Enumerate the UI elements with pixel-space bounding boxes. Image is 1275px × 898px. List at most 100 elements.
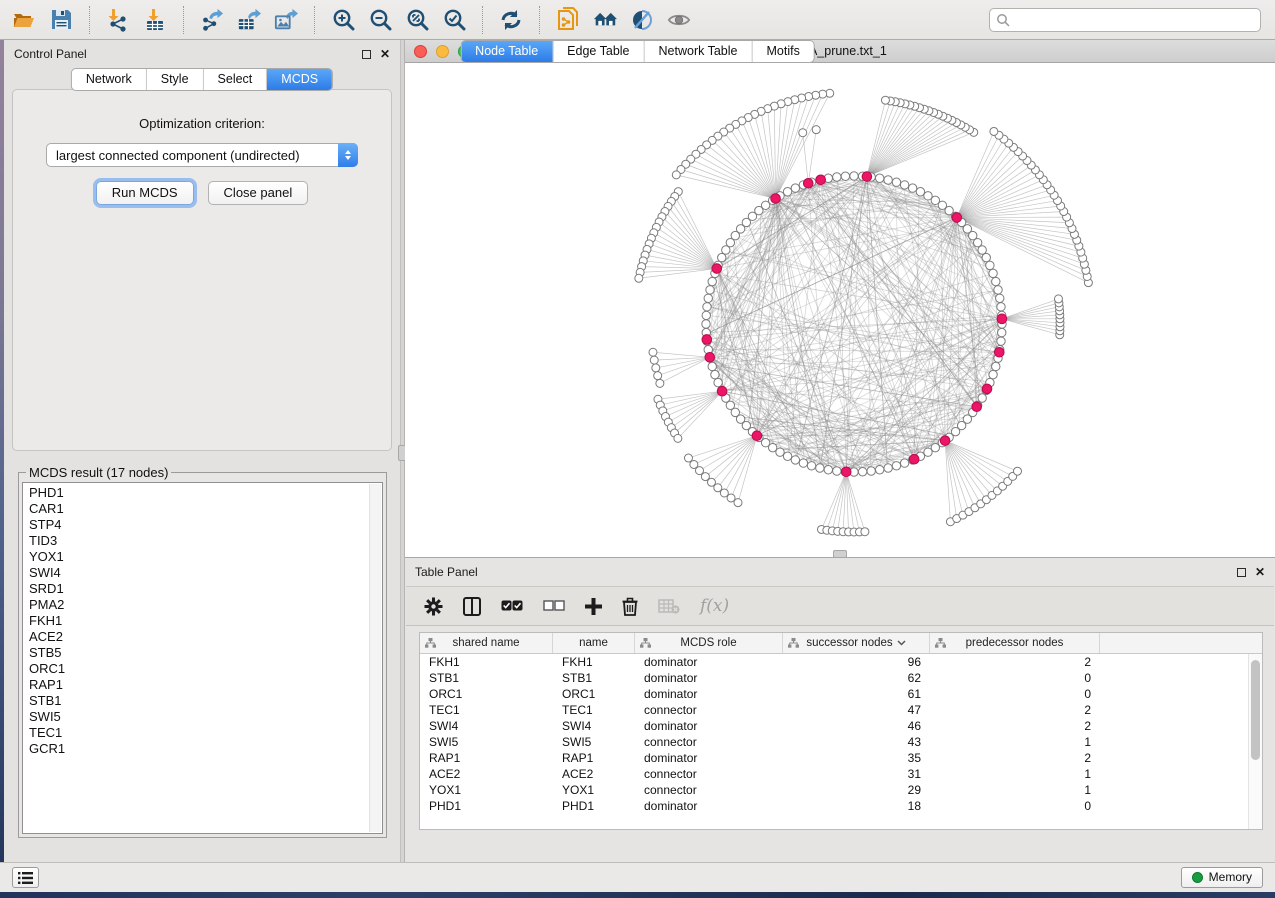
mcds-result-item[interactable]: CAR1 <box>29 501 382 517</box>
column-header-successor-nodes[interactable]: successor nodes <box>783 633 930 653</box>
task-history-button[interactable] <box>12 867 39 888</box>
mcds-result-list[interactable]: PHD1CAR1STP4TID3YOX1SWI4SRD1PMA2FKH1ACE2… <box>22 482 383 834</box>
memory-button[interactable]: Memory <box>1181 867 1263 888</box>
table-row[interactable]: SWI4SWI4dominator462 <box>420 718 1262 734</box>
houses-icon[interactable] <box>593 8 617 32</box>
mcds-result-item[interactable]: RAP1 <box>29 677 382 693</box>
table-cell: 0 <box>930 799 1100 813</box>
dropdown-stepper-icon <box>338 143 358 167</box>
column-header-predecessor-nodes[interactable]: predecessor nodes <box>930 633 1100 653</box>
mcds-result-item[interactable]: YOX1 <box>29 549 382 565</box>
mcds-list-scrollbar[interactable] <box>369 484 381 832</box>
column-header-shared-name[interactable]: shared name <box>420 633 553 653</box>
hide-graphics-icon[interactable] <box>630 8 654 32</box>
control-panel-titlebar: Control Panel ✕ <box>4 40 400 68</box>
close-panel-icon[interactable]: ✕ <box>380 50 390 59</box>
criterion-dropdown[interactable]: largest connected component (undirected) <box>46 143 358 167</box>
mcds-result-item[interactable]: SRD1 <box>29 581 382 597</box>
network-document-icon[interactable] <box>556 8 580 32</box>
tab-motifs[interactable]: Motifs <box>751 41 813 62</box>
table-row[interactable]: ACE2ACE2connector311 <box>420 766 1262 782</box>
table-cell: connector <box>635 703 783 717</box>
tab-style[interactable]: Style <box>146 69 203 90</box>
import-network-icon[interactable] <box>106 8 130 32</box>
run-mcds-button[interactable]: Run MCDS <box>96 181 194 205</box>
tab-select[interactable]: Select <box>203 69 267 90</box>
float-table-panel-icon[interactable] <box>1237 568 1246 577</box>
mcds-result-item[interactable]: ACE2 <box>29 629 382 645</box>
gear-icon[interactable] <box>424 594 443 618</box>
mcds-result-item[interactable]: SWI4 <box>29 565 382 581</box>
close-panel-button[interactable]: Close panel <box>208 181 309 205</box>
mcds-result-item[interactable]: SWI5 <box>29 709 382 725</box>
zoom-fit-icon[interactable] <box>405 8 429 32</box>
table-row[interactable]: SWI5SWI5connector431 <box>420 734 1262 750</box>
control-panel-title: Control Panel <box>14 47 87 61</box>
save-session-icon[interactable] <box>49 8 73 32</box>
table-cell: RAP1 <box>420 751 553 765</box>
mcds-result-item[interactable]: STB5 <box>29 645 382 661</box>
eye-icon[interactable] <box>667 8 691 32</box>
table-scrollbar[interactable] <box>1248 654 1262 829</box>
select-all-checks-icon[interactable] <box>501 594 523 618</box>
table-panel-titlebar: Table Panel ✕ <box>405 558 1275 586</box>
float-panel-icon[interactable] <box>362 50 371 59</box>
zoom-selected-icon[interactable] <box>442 8 466 32</box>
table-row[interactable]: TEC1TEC1connector472 <box>420 702 1262 718</box>
zoom-in-icon[interactable] <box>331 8 355 32</box>
table-cell: connector <box>635 767 783 781</box>
add-column-icon[interactable] <box>585 594 602 618</box>
column-header-name[interactable]: name <box>553 633 635 653</box>
table-cell: dominator <box>635 719 783 733</box>
tab-network[interactable]: Network <box>72 69 146 90</box>
mcds-result-item[interactable]: STP4 <box>29 517 382 533</box>
open-session-icon[interactable] <box>12 8 36 32</box>
table-cell: dominator <box>635 751 783 765</box>
tab-mcds[interactable]: MCDS <box>266 69 332 90</box>
table-row[interactable]: STB1STB1dominator620 <box>420 670 1262 686</box>
mcds-result-item[interactable]: PMA2 <box>29 597 382 613</box>
mcds-result-item[interactable]: GCR1 <box>29 741 382 757</box>
horizontal-splitter-grip[interactable] <box>833 550 847 557</box>
delete-column-icon[interactable] <box>622 594 638 618</box>
table-scrollbar-thumb[interactable] <box>1251 660 1260 760</box>
table-row[interactable]: RAP1RAP1dominator352 <box>420 750 1262 766</box>
minimize-window-traffic-light[interactable] <box>436 45 449 58</box>
import-table-icon[interactable] <box>143 8 167 32</box>
export-network-icon[interactable] <box>200 8 224 32</box>
mcds-result-item[interactable]: STB1 <box>29 693 382 709</box>
tab-node-table[interactable]: Node Table <box>461 41 552 62</box>
mcds-result-item[interactable]: ORC1 <box>29 661 382 677</box>
zoom-out-icon[interactable] <box>368 8 392 32</box>
column-header-label: shared name <box>452 637 519 649</box>
search-input[interactable] <box>1010 11 1254 29</box>
table-cell: YOX1 <box>420 783 553 797</box>
mcds-result-title: MCDS result (17 nodes) <box>26 465 171 480</box>
mcds-result-item[interactable]: TEC1 <box>29 725 382 741</box>
tab-edge-table[interactable]: Edge Table <box>552 41 643 62</box>
column-header-MCDS-role[interactable]: MCDS role <box>635 633 783 653</box>
table-cell: 62 <box>783 671 930 685</box>
network-view-canvas[interactable] <box>405 63 1275 557</box>
refresh-icon[interactable] <box>499 8 523 32</box>
column-header-label: predecessor nodes <box>966 637 1064 649</box>
mcds-result-item[interactable]: TID3 <box>29 533 382 549</box>
mcds-result-item[interactable]: FKH1 <box>29 613 382 629</box>
network-graph[interactable] <box>405 63 1274 557</box>
tab-network-table[interactable]: Network Table <box>644 41 752 62</box>
close-table-panel-icon[interactable]: ✕ <box>1255 568 1265 577</box>
table-row[interactable]: ORC1ORC1dominator610 <box>420 686 1262 702</box>
deselect-all-checks-icon[interactable] <box>543 594 565 618</box>
split-columns-icon[interactable] <box>463 594 481 618</box>
table-cell: 0 <box>930 671 1100 685</box>
export-table-icon[interactable] <box>237 8 261 32</box>
close-window-traffic-light[interactable] <box>414 45 427 58</box>
column-header-label: successor nodes <box>806 637 892 649</box>
table-row[interactable]: PHD1PHD1dominator180 <box>420 798 1262 814</box>
mcds-result-item[interactable]: PHD1 <box>29 485 382 501</box>
table-row[interactable]: YOX1YOX1connector291 <box>420 782 1262 798</box>
table-row[interactable]: FKH1FKH1dominator962 <box>420 654 1262 670</box>
export-image-icon[interactable] <box>274 8 298 32</box>
shared-column-icon <box>425 638 436 648</box>
delete-table-icon <box>658 594 680 618</box>
